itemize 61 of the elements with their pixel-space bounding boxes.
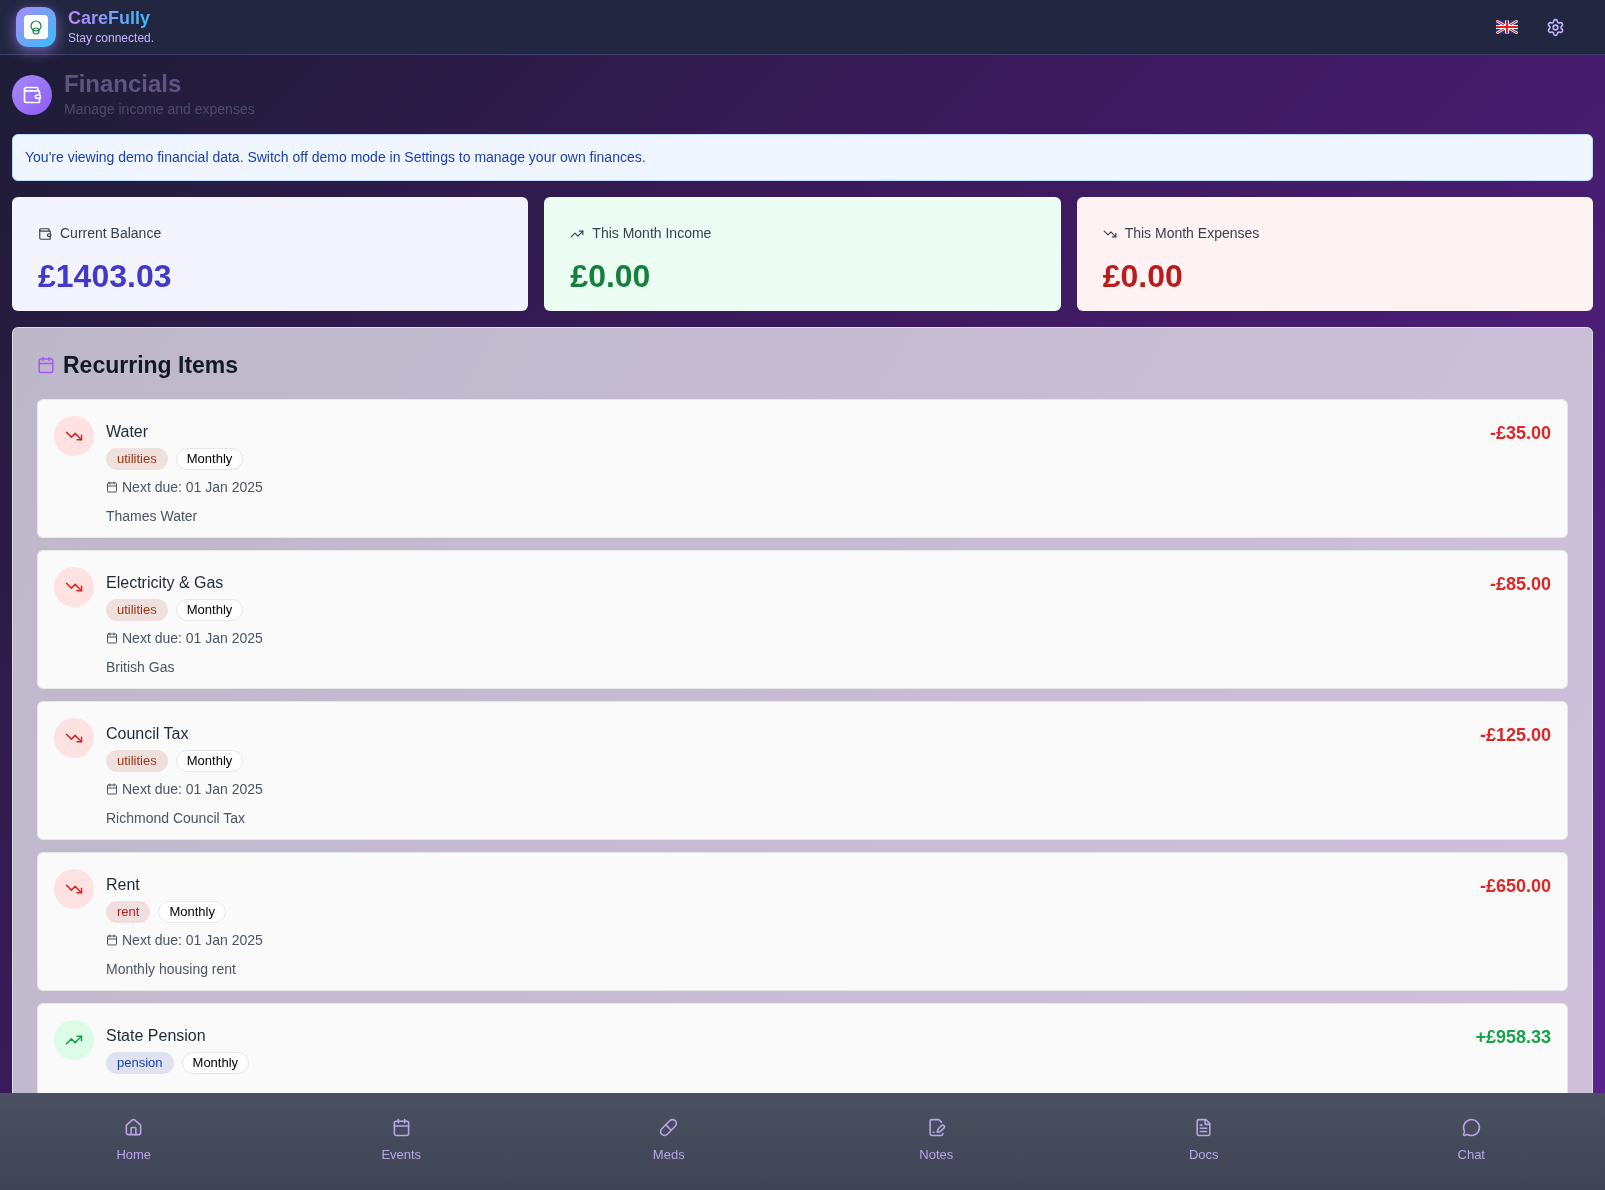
next-due-date: Next due: 01 Jan 2025 — [122, 477, 263, 497]
summary-label: This Month Expenses — [1124, 224, 1260, 243]
calendar-icon — [106, 934, 118, 946]
item-name: Council Tax — [106, 723, 190, 744]
item-name: Rent — [106, 874, 141, 895]
flag-icon[interactable] — [1496, 20, 1518, 34]
next-due-date: Next due: 01 Jan 2025 — [122, 779, 263, 799]
frequency-tag: Monthly — [181, 1051, 250, 1074]
nav-item[interactable]: Meds — [608, 1118, 729, 1165]
pill-icon — [659, 1118, 679, 1138]
item-amount: -£85.00 — [1489, 572, 1551, 596]
category-tag: utilities — [106, 598, 168, 621]
frequency-tag: Monthly — [158, 900, 226, 923]
frequency-tag: Monthly — [175, 598, 244, 621]
calendar-icon — [106, 632, 118, 644]
category-tag: utilities — [106, 447, 168, 470]
item-name: Water — [106, 421, 150, 442]
item-amount: -£650.00 — [1479, 874, 1551, 898]
category-tag: pension — [106, 1051, 174, 1074]
frequency-tag: Monthly — [175, 749, 244, 772]
calendar-icon — [106, 783, 118, 795]
document-icon — [1194, 1118, 1214, 1138]
summary-label: Current Balance — [60, 224, 162, 243]
app-tagline: Stay connected. — [68, 30, 155, 48]
item-description: Richmond Council Tax — [106, 808, 247, 828]
summary-label: This Month Income — [592, 224, 712, 243]
wallet-icon — [38, 226, 52, 241]
item-name: Electricity & Gas — [106, 572, 225, 593]
note-icon — [926, 1118, 946, 1138]
item-description: Monthly housing rent — [106, 959, 237, 979]
settings-icon[interactable] — [1546, 17, 1565, 37]
item-amount: -£35.00 — [1489, 421, 1551, 445]
item-name: State Pension — [106, 1025, 207, 1046]
item-description: British Gas — [106, 657, 176, 677]
summary-value: £0.00 — [570, 257, 652, 296]
logo-drawing — [28, 19, 44, 35]
next-due-date: Next due: 01 Jan 2025 — [122, 628, 263, 648]
item-amount: +£958.33 — [1475, 1025, 1551, 1049]
category-tag: utilities — [106, 749, 168, 772]
demo-notice: You're viewing demo financial data. Switch off demo mode in Settings to manage your own finances. — [12, 134, 1593, 181]
calendar-icon — [106, 481, 118, 493]
item-amount: -£125.00 — [1479, 723, 1551, 747]
home-icon — [124, 1118, 144, 1138]
category-tag: rent — [106, 900, 151, 923]
calendar-icon — [37, 356, 55, 375]
wallet-icon — [12, 74, 52, 115]
nav-item[interactable]: Docs — [1143, 1118, 1264, 1165]
nav-item[interactable]: Notes — [876, 1118, 997, 1165]
section-title: Recurring Items — [63, 351, 239, 380]
summary-value: £0.00 — [1102, 257, 1184, 296]
next-due-date: Next due: 01 Jan 2025 — [122, 930, 263, 950]
nav-item[interactable]: Home — [73, 1118, 194, 1165]
calendar-icon — [391, 1118, 411, 1138]
page-title: Financials — [64, 69, 183, 99]
frequency-tag: Monthly — [175, 447, 244, 470]
nav-item[interactable]: Chat — [1411, 1118, 1532, 1165]
nav-item[interactable]: Events — [341, 1118, 462, 1165]
summary-value: £1403.03 — [38, 257, 173, 296]
app-logo[interactable] — [16, 7, 56, 47]
chat-icon — [1461, 1118, 1481, 1138]
item-description: Thames Water — [106, 506, 199, 526]
